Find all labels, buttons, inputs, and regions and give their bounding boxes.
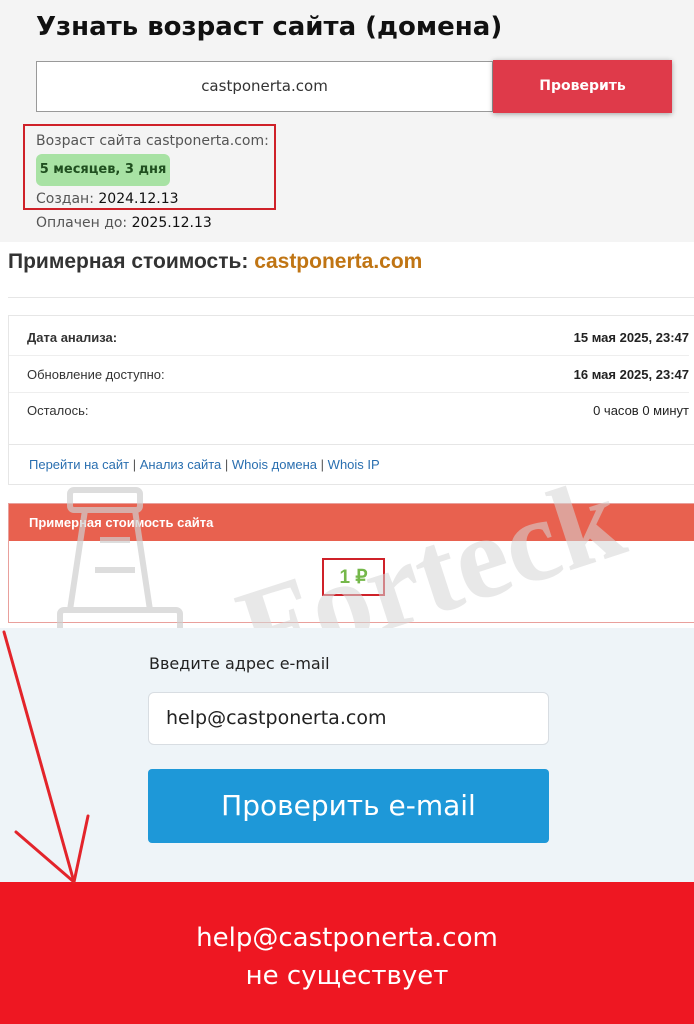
email-check-section: Введите адрес e-mail help@castponerta.co… [0,628,694,882]
cost-title: Примерная стоимость: castponerta.com [8,250,422,274]
cost-title-prefix: Примерная стоимость: [8,250,249,273]
paid-value: 2025.12.13 [131,215,212,231]
info-row-analysis-date: Дата анализа: 15 мая 2025, 23:47 [9,319,689,356]
link-site-analysis[interactable]: Анализ сайта [140,457,222,472]
price-header-label: Примерная стоимость сайта [29,515,214,530]
links-row: Перейти на сайт | Анализ сайта | Whois д… [8,445,694,485]
created-label: Создан: [36,191,94,207]
age-label: Возраст сайта castponerta.com: [36,133,269,149]
domain-input[interactable]: castponerta.com [36,61,493,112]
paid-label: Оплачен до: [36,215,128,231]
created-row: Создан: 2024.12.13 [36,191,179,207]
price-header: Примерная стоимость сайта [9,504,694,541]
analysis-info-card: Дата анализа: 15 мая 2025, 23:47 Обновле… [8,315,694,445]
info-row-remaining: Осталось: 0 часов 0 минут [9,392,689,428]
info-value: 16 мая 2025, 23:47 [573,367,689,382]
email-input[interactable]: help@castponerta.com [148,692,549,745]
info-row-update: Обновление доступно: 16 мая 2025, 23:47 [9,356,689,393]
price-value: 1 ₽ [339,567,368,588]
page-title: Узнать возраст сайта (домена) [36,12,503,42]
link-separator: | [224,457,229,472]
link-visit-site[interactable]: Перейти на сайт [29,457,129,472]
link-separator: | [320,457,325,472]
result-status: не существует [245,961,449,991]
info-label: Обновление доступно: [27,367,165,382]
age-badge: 5 месяцев, 3 дня [36,154,170,186]
check-button[interactable]: Проверить [493,60,672,113]
info-value: 15 мая 2025, 23:47 [573,330,689,345]
link-separator: | [132,457,137,472]
link-whois-domain[interactable]: Whois домена [232,457,317,472]
cost-title-domain: castponerta.com [254,250,423,273]
paid-row: Оплачен до: 2025.12.13 [36,215,212,231]
result-banner: help@castponerta.com не существует [0,882,694,1024]
price-box: Примерная стоимость сайта 1 ₽ [8,503,694,623]
check-email-button[interactable]: Проверить e-mail [148,769,549,843]
info-value: 0 часов 0 минут [593,403,689,418]
info-label: Дата анализа: [27,330,118,345]
link-whois-ip[interactable]: Whois IP [328,457,380,472]
result-email: help@castponerta.com [196,923,498,953]
info-label: Осталось: [27,403,89,418]
created-value: 2024.12.13 [98,191,179,207]
price-highlight-frame: 1 ₽ [322,558,385,596]
domain-age-section: Узнать возраст сайта (домена) castponert… [0,0,694,242]
divider [8,297,694,298]
email-label: Введите адрес e-mail [149,654,330,673]
